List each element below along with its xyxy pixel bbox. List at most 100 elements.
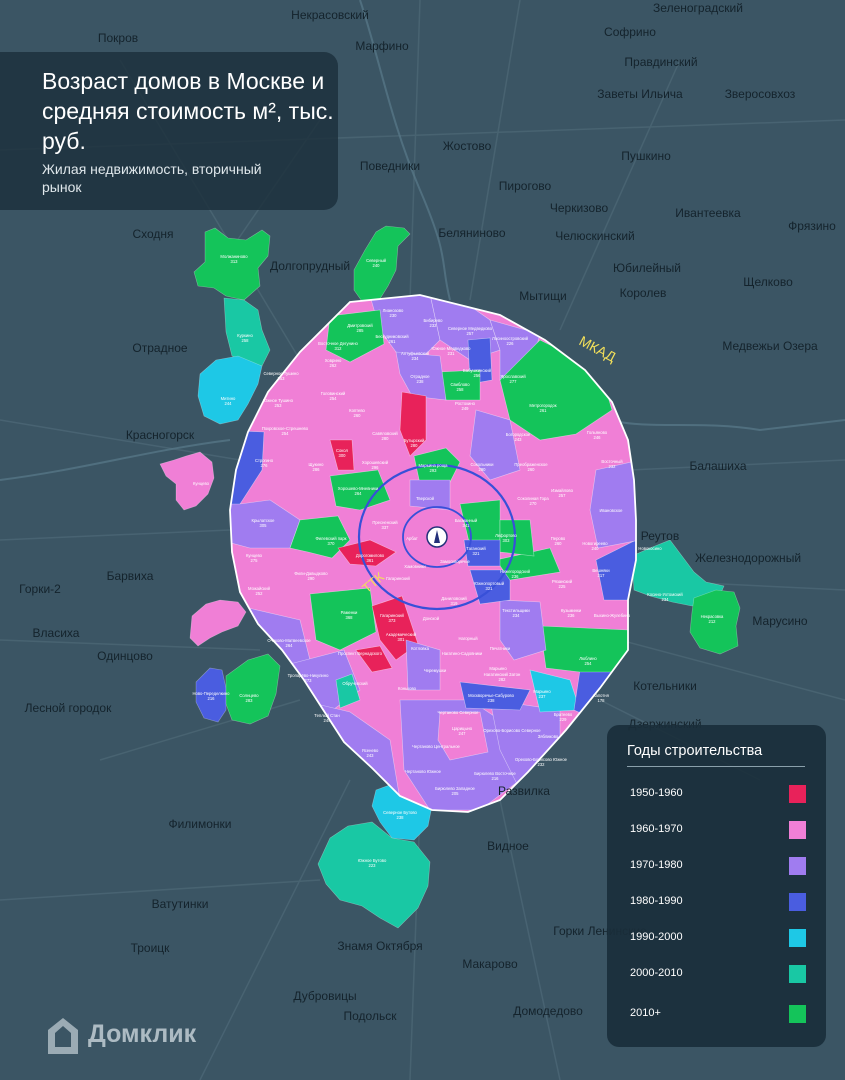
legend-item: 1980-1990 [627,893,807,913]
town-label: Марусино [752,614,808,628]
district-molzhaninovo [193,227,271,301]
legend-swatch [789,821,806,839]
town-label: Макарово [462,957,518,971]
district-price: 313 [231,259,239,264]
district-price: 257 [559,493,567,498]
district-price: 234 [513,613,521,618]
town-label: Покров [98,31,138,45]
legend-item: 1970-1980 [627,857,807,877]
district-name: Новокосино [638,546,662,551]
town-label: Щелково [743,275,793,289]
district-price: 243 [367,753,375,758]
district-price: 247 [459,731,467,736]
district-price: 243 [515,437,523,442]
district-label: Марьино [489,666,507,671]
district-name: Гагаринский [386,576,410,581]
district-label: Печатники [490,646,511,651]
town-label: Зеленоградский [653,1,743,15]
district-price: 234 [412,356,420,361]
town-label: Поведники [360,159,420,173]
district-label: Выхино-Жулебино [594,613,631,618]
town-label: Зверосовхоз [725,87,796,101]
district-label: Кунцево [193,481,210,486]
district-name: Донской [423,616,440,621]
district-price: 293 [430,468,438,473]
town-label: Лесной городок [25,701,112,715]
city-districts [230,295,636,812]
district-price: 260 [528,467,536,472]
district-name: Чертаново Северное [437,710,479,715]
district-price: 258 [242,338,250,343]
legend: Годы строительства 1950-1960 1960-1970 1… [607,725,826,1047]
town-label: Пушкино [621,149,671,163]
district-name: Чертаново Южное [405,769,442,774]
district-mitino [197,355,263,425]
district-price: 261 [540,408,548,413]
town-label: Дубровицы [293,989,356,1003]
town-label: Софрино [604,25,656,39]
town-label: Горки-2 [19,582,61,596]
legend-swatch [789,857,806,875]
district-price: 264 [286,643,294,648]
town-label: Одинцово [97,649,153,663]
legend-item: 2010+ [627,1005,807,1025]
district-price: 225 [559,584,567,589]
district-label: Хамовники [404,564,426,569]
district-price: 216 [208,696,216,701]
legend-item: 2000-2010 [627,965,807,985]
district-price: 238 [488,698,496,703]
district-price: 258 [457,387,465,392]
district-price: 260 [555,541,563,546]
district-price: 262 [330,363,338,368]
district-price: 283 [246,698,254,703]
district-price: 212 [709,619,717,624]
district-name: Обручевский [342,681,368,686]
district-price: 319 [451,601,459,606]
district-price: 321 [486,586,494,591]
legend-label: 1990-2000 [630,931,683,943]
town-label: Жостово [443,139,492,153]
district-price: 285 [357,328,365,333]
district-label: Чертаново Южное [405,769,442,774]
district-name: Котловка [411,646,429,651]
district-name: Тверской [416,496,435,501]
district-price: 282 [499,677,507,682]
legend-swatch [789,929,806,947]
house-logo-icon [48,1018,78,1054]
district-price: 231 [448,351,456,356]
district-severny [353,225,411,305]
district-name: Зябликово [538,734,559,739]
town-label: Отрадное [132,341,187,355]
map-subtitle: Жилая недвижимость, вторичный рынок [42,161,262,195]
district-price: 232 [430,323,438,328]
district-price: 256 [474,373,482,378]
district-price: 277 [510,379,518,384]
district-name: Хамовники [404,564,426,569]
town-label: Троицк [131,941,171,955]
town-label: Развилка [498,784,550,798]
town-label: Подольск [344,1009,398,1023]
district-price: 341 [463,523,471,528]
district-solntsevo [225,653,281,725]
legend-label: 2010+ [630,1007,661,1019]
district-price: 273 [305,678,313,683]
district-price: 280 [382,436,390,441]
district-label: Нагатино-Садовники [442,651,483,656]
district-label: Тверской [416,496,435,501]
district-price: 300 [339,453,347,458]
district-price: 286 [313,467,321,472]
district-price: 290 [479,467,487,472]
district-price: 264 [355,491,363,496]
district-label: Чертаново Северное [437,710,479,715]
district-price: 253 [275,403,283,408]
district-price: 257 [467,331,475,336]
district-label: Новокосино [638,546,662,551]
legend-divider [627,766,805,767]
district-price: 276 [261,463,269,468]
district-price: 216 [492,776,500,781]
district-price: 178 [598,698,606,703]
legend-item: 1990-2000 [627,929,807,949]
legend-swatch [789,785,806,803]
town-label: Юбилейный [613,261,681,275]
district-label: Ивановское [600,508,624,513]
